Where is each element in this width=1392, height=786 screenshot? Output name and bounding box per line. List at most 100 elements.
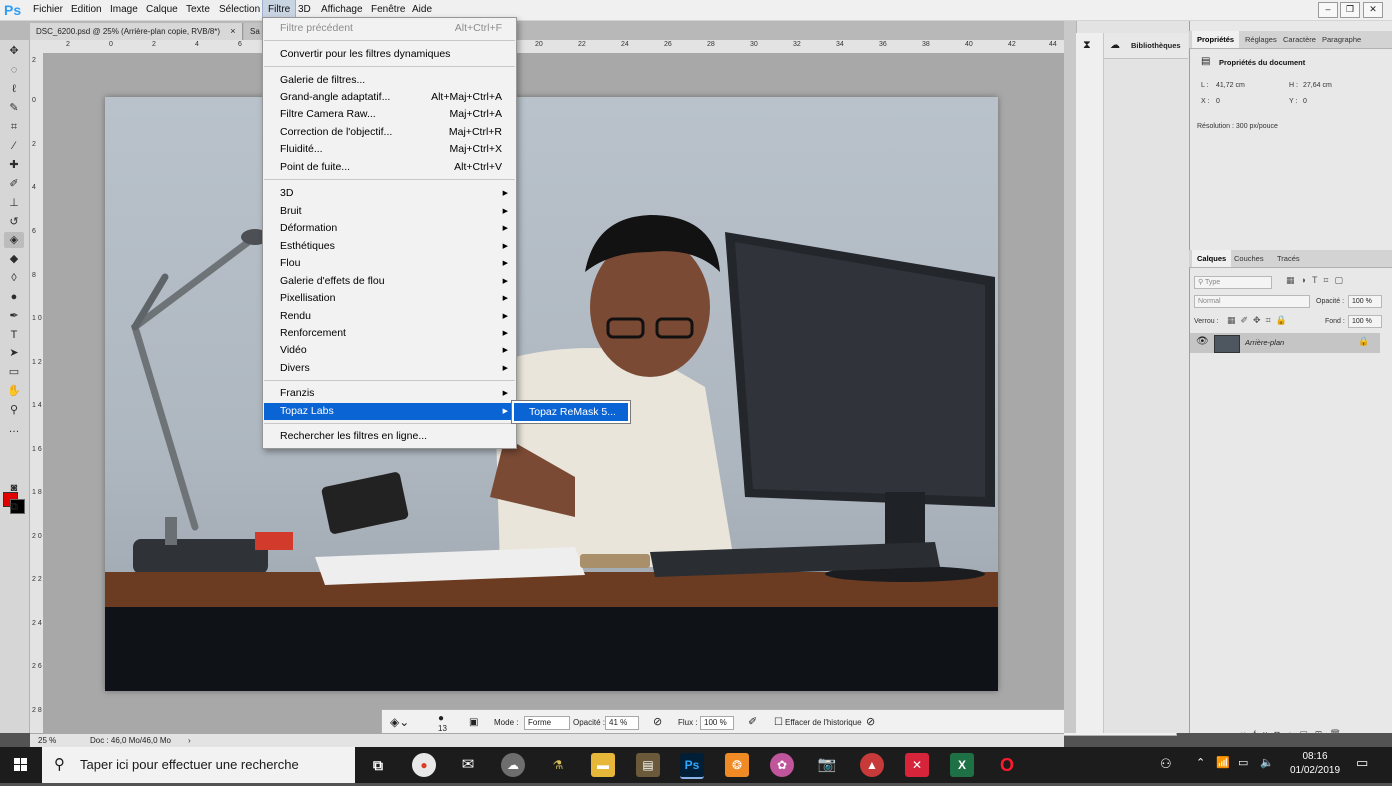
history-brush-tool-icon[interactable]: ↺ — [4, 214, 24, 230]
chrome-icon[interactable]: ● — [412, 753, 436, 777]
menu-item-topaz-labs[interactable]: Topaz Labs ▶ — [264, 403, 515, 420]
menu-item-filtre-precedent[interactable]: Filtre précédent Alt+Ctrl+F — [264, 20, 515, 37]
network-icon[interactable]: 📶 — [1216, 756, 1230, 769]
rectangle-tool-icon[interactable]: ▭ — [4, 364, 24, 380]
tab-calques[interactable]: Calques — [1192, 250, 1232, 267]
menu-item-bruit[interactable]: Bruit ▶ — [264, 203, 515, 220]
menu-item-fluidite[interactable]: Fluidité... Maj+Ctrl+X — [264, 141, 515, 158]
history-eraser-tool-icon[interactable]: ◈ — [4, 232, 24, 248]
menu-item-deformation[interactable]: Déformation ▶ — [264, 220, 515, 237]
menu-item-flou[interactable]: Flou ▶ — [264, 255, 515, 272]
orange-app-icon[interactable]: ❂ — [725, 753, 749, 777]
quick-mask-icon[interactable]: ◙ — [4, 480, 24, 496]
zoom-tool-icon[interactable]: ⚲ — [4, 402, 24, 418]
menu-item-correction-objectif[interactable]: Correction de l'objectif... Maj+Ctrl+R — [264, 124, 515, 141]
brush-panel-icon[interactable]: ▣ — [469, 710, 478, 735]
menu-item-camera-raw[interactable]: Filtre Camera Raw... Maj+Ctrl+A — [264, 106, 515, 123]
layer-filter-icons[interactable]: ▦◑T⌗▢ — [1286, 275, 1349, 286]
document-tab-active[interactable]: DSC_6200.psd @ 25% (Arrière-plan copie, … — [30, 23, 243, 40]
battery-icon[interactable]: ▭ — [1238, 756, 1248, 769]
hand-tool-icon[interactable]: ✋ — [4, 383, 24, 399]
mode-select[interactable]: Forme — [524, 716, 570, 730]
taskbar-clock[interactable]: 08:16 01/02/2019 — [1284, 750, 1346, 780]
restore-icon[interactable]: ❐ — [1340, 2, 1360, 18]
red-app-icon[interactable]: ▲ — [860, 753, 884, 777]
close-icon[interactable]: ✕ — [1363, 2, 1383, 18]
libraries-header[interactable]: ☁ Bibliothèques — [1104, 33, 1188, 59]
flux-input[interactable]: 100 % — [700, 716, 734, 730]
menu-calque[interactable]: Calque — [141, 0, 183, 20]
menu-item-3d[interactable]: 3D ▶ — [264, 185, 515, 202]
menu-item-divers[interactable]: Divers ▶ — [264, 360, 515, 377]
cloud-app-icon[interactable]: ☁ — [501, 753, 525, 777]
task-view-icon[interactable]: ⧉ — [366, 753, 390, 777]
height-value[interactable]: 27,64 cm — [1303, 82, 1332, 89]
move-tool-icon[interactable]: ✥ — [4, 43, 24, 59]
airbrush-icon[interactable]: ✐ — [748, 710, 757, 735]
history-checkbox[interactable]: ☐ — [774, 710, 783, 735]
more-tools-icon[interactable]: … — [4, 421, 24, 437]
camera-icon[interactable]: 📷 — [815, 753, 839, 777]
path-select-tool-icon[interactable]: ➤ — [4, 345, 24, 361]
menu-item-grand-angle[interactable]: Grand-angle adaptatif... Alt+Maj+Ctrl+A — [264, 89, 515, 106]
tray-chevron-icon[interactable]: ⌃ — [1196, 756, 1205, 769]
crop-tool-icon[interactable]: ⌗ — [4, 119, 24, 135]
history-panel-icon[interactable]: ⧗ — [1083, 39, 1091, 52]
flask-app-icon[interactable]: ⚗ — [546, 753, 570, 777]
stamp-tool-icon[interactable]: ⊥ — [4, 195, 24, 211]
healing-brush-tool-icon[interactable]: ✚ — [4, 157, 24, 173]
menu-edition[interactable]: Edition — [66, 0, 107, 20]
status-arrow-icon[interactable]: › — [188, 734, 191, 748]
tab-close-icon[interactable]: × — [230, 26, 235, 36]
menu-fichier[interactable]: Fichier — [28, 0, 68, 20]
opacity-input[interactable]: 41 % — [605, 716, 639, 730]
people-icon[interactable]: ⚇ — [1160, 756, 1172, 772]
dock-collapse-strip[interactable] — [1064, 21, 1076, 733]
y-value[interactable]: 0 — [1303, 98, 1307, 105]
photoshop-taskbar-icon[interactable]: Ps — [680, 753, 704, 779]
pen-tool-icon[interactable]: ✒ — [4, 308, 24, 324]
menu-selection[interactable]: Sélection — [214, 0, 265, 20]
tab-caractere[interactable]: Caractère — [1278, 31, 1321, 48]
tab-reglages[interactable]: Réglages — [1240, 31, 1282, 48]
blur-tool-icon[interactable]: ◊ — [4, 270, 24, 286]
lasso-tool-icon[interactable]: ℓ — [4, 81, 24, 97]
brush-tool-icon[interactable]: ✐ — [4, 176, 24, 192]
menu-item-pixellisation[interactable]: Pixellisation ▶ — [264, 290, 515, 307]
eraser-preset-icon[interactable]: ◈⌄ — [390, 710, 409, 735]
tab-couches[interactable]: Couches — [1229, 250, 1269, 267]
fill-input[interactable]: 100 % — [1348, 315, 1382, 328]
menu-item-rendu[interactable]: Rendu ▶ — [264, 308, 515, 325]
menu-item-galerie-filtres[interactable]: Galerie de filtres... — [264, 72, 515, 89]
submenu-topaz-remask[interactable]: Topaz ReMask 5... — [511, 400, 631, 424]
menu-item-convertir[interactable]: Convertir pour les filtres dynamiques — [264, 46, 515, 63]
layer-actions[interactable]: ∞fx◘◑▢⊞🗑 — [1240, 729, 1348, 740]
tab-proprietes[interactable]: Propriétés — [1192, 31, 1240, 48]
tab-paragraphe[interactable]: Paragraphe — [1317, 31, 1366, 48]
menu-texte[interactable]: Texte — [181, 0, 215, 20]
paint-bucket-tool-icon[interactable]: ◆ — [4, 251, 24, 267]
pressure-opacity-icon[interactable]: ⊘ — [653, 710, 662, 735]
menu-image[interactable]: Image — [105, 0, 143, 20]
file-explorer-icon[interactable]: ▬ — [591, 753, 615, 777]
pressure-size-icon[interactable]: ⊘ — [866, 710, 875, 735]
notification-icon[interactable]: ▭ — [1356, 755, 1368, 771]
menu-item-renforcement[interactable]: Renforcement ▶ — [264, 325, 515, 342]
dodge-tool-icon[interactable]: ● — [4, 289, 24, 305]
menu-item-point-fuite[interactable]: Point de fuite... Alt+Ctrl+V — [264, 159, 515, 176]
colorful-app-icon[interactable]: ✿ — [770, 753, 794, 777]
layer-opacity-input[interactable]: 100 % — [1348, 295, 1382, 308]
taskbar-search-box[interactable]: ⚲ Taper ici pour effectuer une recherche — [42, 747, 355, 783]
layer-row[interactable]: 👁 Arrière-plan 🔒 — [1190, 333, 1380, 353]
x-app-icon[interactable]: ✕ — [905, 753, 929, 777]
x-value[interactable]: 0 — [1216, 98, 1220, 105]
layer-filter-select[interactable]: ⚲ Type — [1194, 276, 1272, 289]
menu-item-esthetiques[interactable]: Esthétiques ▶ — [264, 238, 515, 255]
eye-icon[interactable]: 👁 — [1196, 336, 1209, 347]
marquee-tool-icon[interactable]: ◌ — [4, 62, 24, 78]
quick-select-tool-icon[interactable]: ✎ — [4, 100, 24, 116]
archive-app-icon[interactable]: ▤ — [636, 753, 660, 777]
excel-icon[interactable]: X — [950, 753, 974, 777]
menu-item-video[interactable]: Vidéo ▶ — [264, 342, 515, 359]
screen-mode-icon[interactable]: ⧉ — [4, 499, 24, 515]
